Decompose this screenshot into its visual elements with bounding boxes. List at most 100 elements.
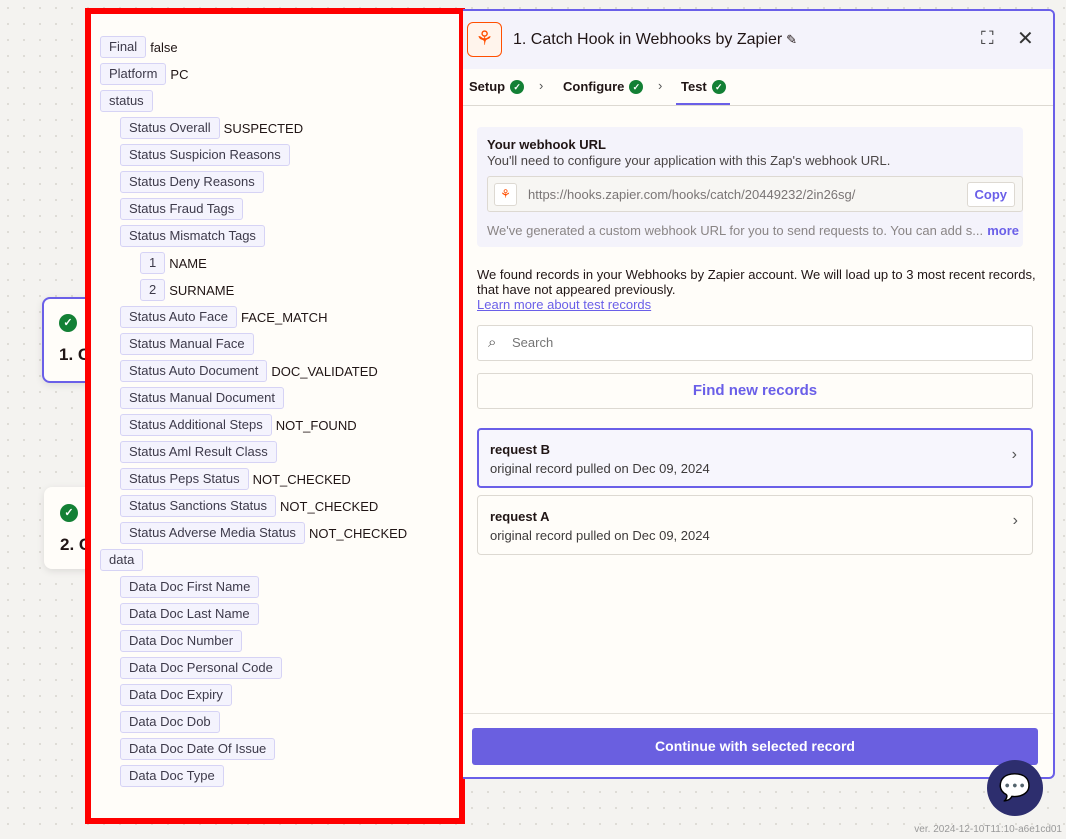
search-field[interactable]: ⌕ (477, 325, 1033, 361)
expand-icon[interactable]: ⛶ (981, 28, 994, 49)
chevron-right-icon: › (658, 78, 662, 93)
field-key[interactable]: 2 (140, 279, 165, 301)
panel-header: ⚘ 1. Catch Hook in Webhooks by Zapier ✎ ⛶… (463, 11, 1053, 69)
record-subtitle: original record pulled on Dec 09, 2024 (490, 528, 1020, 543)
tree-row: Status Peps StatusNOT_CHECKED (120, 468, 351, 490)
tree-row: Data Doc Date Of Issue (120, 738, 275, 760)
tree-row: Data Doc Number (120, 630, 242, 652)
step-panel: ⚘ 1. Catch Hook in Webhooks by Zapier ✎ ⛶… (463, 9, 1055, 779)
tree-row: Data Doc Personal Code (120, 657, 282, 679)
field-key[interactable]: Data Doc First Name (120, 576, 259, 598)
tree-row: Data Doc Last Name (120, 603, 259, 625)
field-key[interactable]: status (100, 90, 153, 112)
tree-row: Data Doc Dob (120, 711, 220, 733)
field-key[interactable]: Status Adverse Media Status (120, 522, 305, 544)
tree-row: Data Doc Expiry (120, 684, 232, 706)
field-key[interactable]: Status Peps Status (120, 468, 249, 490)
field-key[interactable]: Final (100, 36, 146, 58)
tree-row: Status Fraud Tags (120, 198, 243, 220)
chevron-right-icon: › (1013, 512, 1018, 530)
field-value: DOC_VALIDATED (271, 364, 377, 379)
field-key[interactable]: Data Doc Personal Code (120, 657, 282, 679)
copy-button[interactable]: Copy (967, 182, 1016, 207)
webhook-icon: ⚘ (467, 22, 502, 57)
field-value: NOT_CHECKED (280, 499, 378, 514)
version-label: ver. 2024-12-10T11:10-a6e1cd01 (914, 824, 1062, 835)
tree-row: Status Deny Reasons (120, 171, 264, 193)
field-key[interactable]: Status Suspicion Reasons (120, 144, 290, 166)
field-key[interactable]: Status Auto Document (120, 360, 267, 382)
tree-row: data (100, 549, 143, 571)
find-new-records-button[interactable]: Find new records (477, 373, 1033, 409)
field-key[interactable]: 1 (140, 252, 165, 274)
field-key[interactable]: Status Mismatch Tags (120, 225, 265, 247)
field-key[interactable]: Data Doc Dob (120, 711, 220, 733)
field-value: SUSPECTED (224, 121, 303, 136)
more-link[interactable]: more (987, 223, 1019, 238)
tree-row: Data Doc First Name (120, 576, 259, 598)
tree-row: status (100, 90, 153, 112)
tab-label: Test (681, 79, 707, 94)
field-key[interactable]: Data Doc Expiry (120, 684, 232, 706)
field-key[interactable]: Data Doc Date Of Issue (120, 738, 275, 760)
tab-configure[interactable]: Configure✓ (563, 79, 643, 94)
field-key[interactable]: Data Doc Number (120, 630, 242, 652)
chevron-right-icon: › (539, 78, 543, 93)
tree-row: 1 NAME (140, 252, 207, 274)
check-icon: ✓ (60, 504, 78, 522)
field-key[interactable]: Status Auto Face (120, 306, 237, 328)
tree-row: Status Suspicion Reasons (120, 144, 290, 166)
field-key[interactable]: Status Additional Steps (120, 414, 272, 436)
field-key[interactable]: Status Manual Document (120, 387, 284, 409)
section-heading: Your webhook URL (487, 137, 1013, 152)
tree-row: Status Additional Steps NOT_FOUND (120, 414, 357, 436)
field-key[interactable]: Status Manual Face (120, 333, 254, 355)
record-data-tree[interactable]: FinalfalsePlatformPCstatusStatus Overall… (85, 8, 465, 824)
tree-row: 2 SURNAME (140, 279, 234, 301)
field-key[interactable]: Platform (100, 63, 166, 85)
tab-label: Setup (469, 79, 505, 94)
found-records-text: We found records in your Webhooks by Zap… (477, 267, 1037, 312)
step-tabs: Setup✓ › Configure✓ › Test ✓ (463, 69, 1053, 106)
check-icon: ✓ (59, 314, 77, 332)
field-value: SURNAME (169, 283, 234, 298)
record-item-selected[interactable]: request B original record pulled on Dec … (477, 428, 1033, 488)
footer-divider (463, 713, 1053, 714)
tree-row: Status Sanctions Status NOT_CHECKED (120, 495, 378, 517)
tree-row: Status Adverse Media Status NOT_CHECKED (120, 522, 407, 544)
field-value: NAME (169, 256, 207, 271)
field-key[interactable]: Data Doc Last Name (120, 603, 259, 625)
panel-title[interactable]: 1. Catch Hook in Webhooks by Zapier ✎ (513, 31, 797, 49)
tree-row: Status Aml Result Class (120, 441, 277, 463)
record-item[interactable]: request A original record pulled on Dec … (477, 495, 1033, 555)
search-input[interactable] (512, 335, 1012, 350)
learn-more-link[interactable]: Learn more about test records (477, 297, 1037, 312)
pencil-icon[interactable]: ✎ (786, 32, 797, 47)
field-key[interactable]: Status Aml Result Class (120, 441, 277, 463)
field-value: NOT_FOUND (276, 418, 357, 433)
webhook-url-field[interactable]: ⚘ https://hooks.zapier.com/hooks/catch/2… (487, 176, 1023, 212)
webhook-url-section: Your webhook URL You'll need to configur… (477, 127, 1023, 247)
field-key[interactable]: Status Sanctions Status (120, 495, 276, 517)
section-description: You'll need to configure your applicatio… (487, 153, 1013, 168)
check-icon: ✓ (712, 80, 726, 94)
field-key[interactable]: Status Overall (120, 117, 220, 139)
record-name: request A (490, 509, 1020, 524)
field-value: false (150, 40, 177, 55)
tab-setup[interactable]: Setup✓ (469, 79, 524, 94)
chat-support-button[interactable]: 💬 (987, 760, 1043, 816)
field-key[interactable]: Status Deny Reasons (120, 171, 264, 193)
close-icon[interactable]: ✕ (1017, 26, 1034, 51)
webhook-url[interactable]: https://hooks.zapier.com/hooks/catch/204… (528, 187, 855, 202)
found-text: We found records in your Webhooks by Zap… (477, 267, 1036, 297)
field-key[interactable]: Status Fraud Tags (120, 198, 243, 220)
field-value: FACE_MATCH (241, 310, 327, 325)
continue-button[interactable]: Continue with selected record (472, 728, 1038, 765)
tab-test[interactable]: Test ✓ (681, 79, 726, 94)
field-value: NOT_CHECKED (309, 526, 407, 541)
tree-row: Status Overall SUSPECTED (120, 117, 303, 139)
field-key[interactable]: Data Doc Type (120, 765, 224, 787)
title-text: 1. Catch Hook in Webhooks by Zapier (513, 31, 782, 48)
tree-row: Status Auto Face FACE_MATCH (120, 306, 327, 328)
field-key[interactable]: data (100, 549, 143, 571)
